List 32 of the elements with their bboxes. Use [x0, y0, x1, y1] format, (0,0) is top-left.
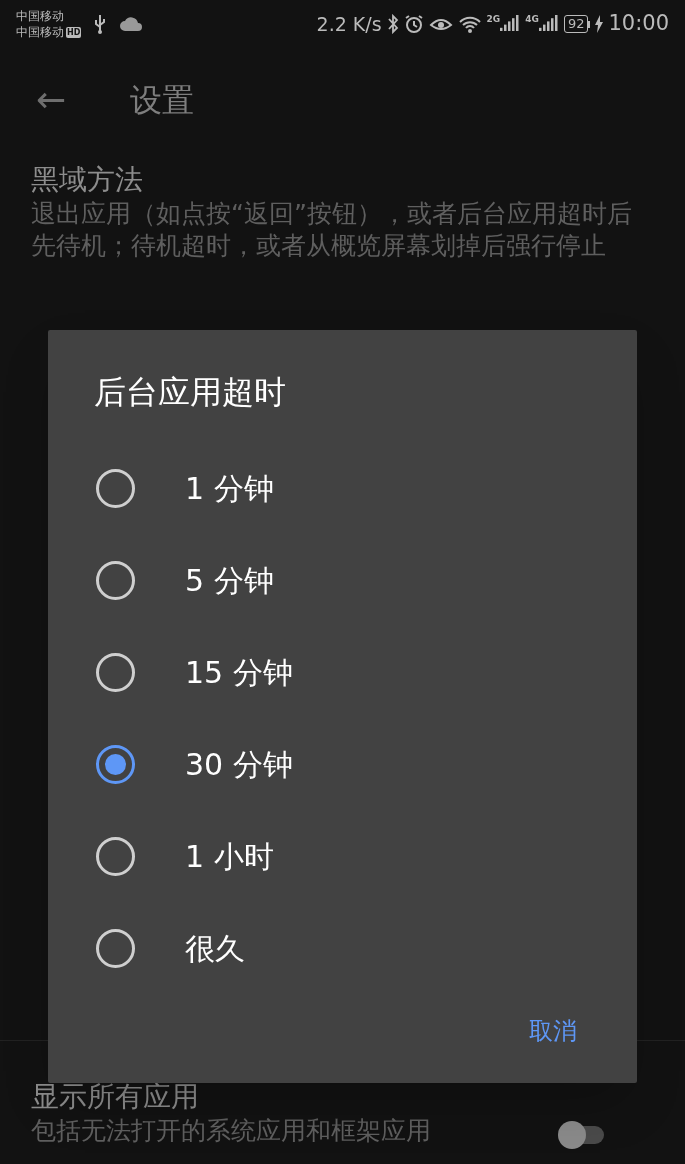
radio-option[interactable]: 5 分钟 — [48, 534, 637, 626]
setting-title: 黑域方法 — [31, 162, 144, 198]
setting-description: 退出应用（如点按“返回”按钮），或者后台应用超时后先待机；待机超时，或者从概览屏幕划掉后强行停止 — [31, 198, 633, 262]
radio-button[interactable] — [96, 836, 135, 876]
radio-button[interactable] — [96, 652, 135, 692]
cloud-icon — [119, 16, 144, 32]
radio-option[interactable]: 很久 — [48, 902, 637, 994]
toggle-switch[interactable] — [558, 1121, 604, 1147]
battery-icon: 92 — [563, 15, 591, 33]
setting-description: 包括无法打开的系统应用和框架应用 — [31, 1115, 431, 1147]
wifi-icon — [457, 14, 482, 34]
back-button[interactable]: ← — [36, 82, 67, 118]
usb-icon — [93, 14, 108, 34]
hd-badge: HD — [66, 26, 82, 38]
radio-option[interactable]: 1 小时 — [48, 810, 637, 902]
carrier-name: 中国移动 — [16, 8, 65, 24]
radio-button[interactable] — [96, 468, 135, 508]
dialog-title: 后台应用超时 — [93, 372, 287, 413]
radio-button[interactable] — [96, 744, 135, 784]
radio-button[interactable] — [96, 560, 135, 600]
radio-option[interactable]: 1 分钟 — [48, 442, 637, 534]
radio-button[interactable] — [96, 928, 135, 968]
radio-option[interactable]: 30 分钟 — [48, 718, 637, 810]
network-speed: 2.2 K/s — [316, 11, 382, 37]
charging-icon — [595, 15, 604, 33]
radio-option[interactable]: 15 分钟 — [48, 626, 637, 718]
alarm-icon — [403, 14, 424, 34]
bluetooth-icon — [386, 14, 399, 34]
clock: 10:00 — [608, 10, 669, 38]
carrier-name: 中国移动 — [16, 24, 64, 40]
page-title: 设置 — [130, 80, 195, 121]
setting-title: 显示所有应用 — [31, 1079, 200, 1115]
